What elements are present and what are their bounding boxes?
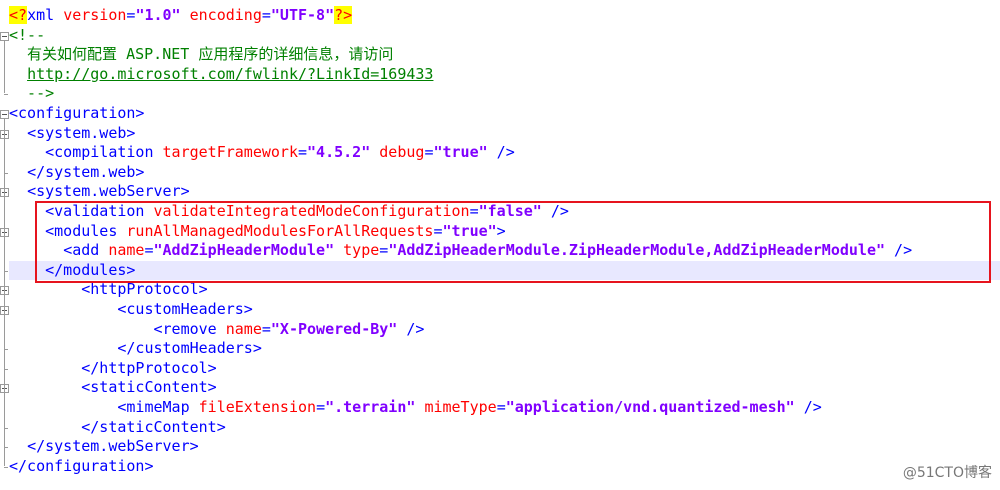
- code-token: "application/vnd.quantized-mesh": [505, 398, 795, 416]
- code-token: -->: [9, 84, 55, 103]
- code-line[interactable]: <mimeMap fileExtension=".terrain" mimeTy…: [9, 398, 822, 417]
- code-token: ?>: [334, 6, 353, 24]
- code-token: "4.5.2": [307, 143, 371, 162]
- code-line[interactable]: <?xml version="1.0" encoding="UTF-8"?>: [9, 6, 353, 25]
- code-token: </httpProtocol>: [81, 358, 217, 377]
- code-token: <mimeMap: [117, 398, 199, 416]
- code-token: />: [397, 319, 425, 338]
- code-token: />: [794, 398, 822, 416]
- code-line[interactable]: http://go.microsoft.com/fwlink/?LinkId=1…: [9, 65, 433, 84]
- code-token: <configuration>: [9, 104, 145, 122]
- code-token: </staticContent>: [81, 417, 226, 436]
- code-token: =: [261, 6, 271, 24]
- code-token: <staticContent>: [81, 378, 217, 397]
- code-token: 有关如何配置 ASP.NET 应用程序的详细信息，请访问: [9, 45, 394, 64]
- code-token: =: [261, 319, 271, 338]
- code-line[interactable]: <httpProtocol>: [9, 280, 208, 299]
- code-line[interactable]: <system.web>: [9, 124, 135, 143]
- code-token: encoding: [189, 6, 262, 24]
- code-line[interactable]: <system.webServer>: [9, 182, 190, 201]
- code-line[interactable]: <remove name="X-Powered-By" />: [9, 319, 425, 339]
- code-token: </system.webServer>: [27, 437, 199, 456]
- fold-end-marker: [4, 172, 8, 174]
- code-token: "true": [433, 143, 488, 162]
- code-token: version: [63, 6, 127, 24]
- code-token: mimeType: [424, 398, 497, 416]
- fold-end-marker: [4, 349, 8, 351]
- code-token: ".terrain": [325, 398, 416, 416]
- fold-guide-line: [4, 40, 5, 94]
- code-token: <system.webServer>: [27, 182, 190, 201]
- code-token: =: [298, 143, 308, 162]
- code-line[interactable]: </system.web>: [9, 163, 144, 182]
- code-line[interactable]: <staticContent>: [9, 378, 217, 397]
- code-token: </customHeaders>: [117, 339, 262, 358]
- code-token: <?: [9, 6, 28, 24]
- code-token: <!--: [9, 25, 46, 44]
- code-token: =: [316, 398, 326, 416]
- code-token: "1.0": [135, 6, 181, 24]
- code-line[interactable]: </staticContent>: [9, 418, 226, 437]
- code-token: http://go.microsoft.com/fwlink/?LinkId=1…: [27, 64, 434, 83]
- code-line[interactable]: </customHeaders>: [9, 339, 262, 358]
- code-token: targetFramework: [162, 143, 298, 162]
- fold-toggle-icon[interactable]: [0, 110, 9, 119]
- code-line[interactable]: </httpProtocol>: [9, 358, 217, 378]
- fold-end-marker: [4, 94, 8, 96]
- code-line[interactable]: </configuration>: [9, 457, 154, 476]
- highlight-annotation-box: [35, 201, 991, 283]
- code-token: "X-Powered-By": [270, 319, 398, 338]
- code-token: =: [496, 398, 506, 416]
- code-line[interactable]: </system.webServer>: [9, 437, 199, 456]
- code-token: <compilation: [45, 143, 163, 162]
- fold-end-marker: [4, 368, 8, 370]
- watermark: @51CTO博客: [902, 465, 992, 481]
- code-token: </system.web>: [27, 162, 145, 181]
- code-line[interactable]: <!--: [9, 26, 45, 45]
- code-line[interactable]: <configuration>: [9, 104, 144, 123]
- fold-end-marker: [4, 270, 8, 272]
- code-token: <customHeaders>: [117, 300, 253, 318]
- fold-end-marker: [4, 466, 8, 468]
- code-token: "UTF-8": [270, 6, 335, 24]
- code-token: <system.web>: [27, 123, 136, 142]
- fold-toggle-icon[interactable]: [0, 31, 9, 41]
- code-line[interactable]: -->: [9, 84, 54, 103]
- code-line[interactable]: <compilation targetFramework="4.5.2" deb…: [9, 143, 515, 162]
- fold-end-marker: [4, 447, 8, 449]
- code-token: debug: [379, 143, 425, 162]
- code-token: />: [487, 143, 515, 162]
- fold-guide-line: [4, 119, 5, 466]
- code-token: xml: [27, 6, 64, 24]
- code-token: </configuration>: [9, 456, 154, 475]
- code-token: fileExtension: [198, 398, 317, 416]
- fold-gutter: [0, 0, 9, 490]
- code-token: <remove: [153, 319, 226, 338]
- code-line[interactable]: 有关如何配置 ASP.NET 应用程序的详细信息，请访问: [9, 45, 393, 64]
- code-token: <httpProtocol>: [81, 280, 208, 299]
- code-line[interactable]: <customHeaders>: [9, 300, 253, 319]
- code-token: name: [225, 319, 262, 338]
- fold-end-marker: [4, 427, 8, 429]
